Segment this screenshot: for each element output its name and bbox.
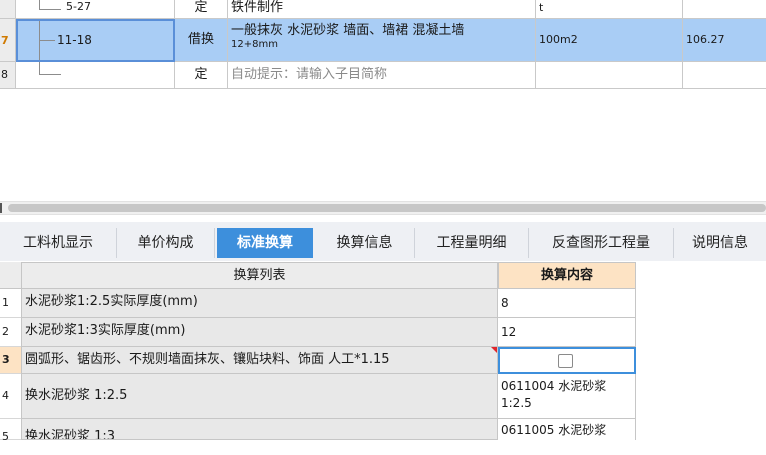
name-subtext: 12+8mm xyxy=(231,39,278,50)
conversion-row[interactable]: 5 换水泥砂浆 1:3 0611005 水泥砂浆 xyxy=(0,419,636,443)
code-text: 5-27 xyxy=(66,0,91,13)
name-text: 一般抹灰 水泥砂浆 墙面、墙裙 混凝土墙 xyxy=(231,23,465,38)
code-cell[interactable]: 11-18 xyxy=(16,19,175,62)
conversion-value[interactable]: 8 xyxy=(498,289,636,318)
conversion-name: 水泥砂浆1:2.5实际厚度(mm) xyxy=(21,289,498,318)
tab-material-machine[interactable]: 工料机显示 xyxy=(0,228,117,258)
conversion-name: 换水泥砂浆 1:2.5 xyxy=(21,374,498,419)
name-cell[interactable]: 铁件制作 xyxy=(228,0,536,19)
row-number: 1 xyxy=(0,289,21,318)
conversion-row[interactable]: 2 水泥砂浆1:3实际厚度(mm) 12 xyxy=(0,318,636,347)
row-number: 2 xyxy=(0,318,21,347)
type-cell[interactable]: 定 xyxy=(175,0,228,19)
row-number: 4 xyxy=(0,374,21,419)
row-number: 7 xyxy=(0,19,16,62)
unit-cell[interactable] xyxy=(536,62,683,89)
conversion-checkbox[interactable] xyxy=(558,354,573,368)
tab-standard-conversion[interactable]: 标准换算 xyxy=(217,228,313,258)
conversion-row[interactable]: 1 水泥砂浆1:2.5实际厚度(mm) 8 xyxy=(0,289,636,318)
scrollbar-thumb[interactable] xyxy=(8,204,766,212)
tab-description[interactable]: 说明信息 xyxy=(674,228,766,258)
name-cell[interactable]: 一般抹灰 水泥砂浆 墙面、墙裙 混凝土墙 12+8mm xyxy=(228,19,536,62)
row-number: 5 xyxy=(0,419,21,443)
scroll-arrow-icon[interactable] xyxy=(0,203,2,213)
qty-cell[interactable] xyxy=(683,0,766,19)
code-cell[interactable] xyxy=(16,62,175,89)
tab-unit-price[interactable]: 单价构成 xyxy=(117,228,215,258)
header-corner xyxy=(0,262,21,289)
conversion-name: 换水泥砂浆 1:3 xyxy=(21,419,498,440)
grid-row[interactable]: 5-27 定 铁件制作 t xyxy=(0,0,766,19)
conversion-name: 圆弧形、锯齿形、不规则墙面抹灰、镶贴块料、饰面 人工*1.15 xyxy=(21,347,498,374)
type-cell[interactable]: 定 xyxy=(175,62,228,89)
unit-cell[interactable]: 100m2 xyxy=(536,19,683,62)
conversion-value-cell[interactable] xyxy=(498,347,636,374)
grid-row-selected[interactable]: 7 11-18 借换 一般抹灰 水泥砂浆 墙面、墙裙 混凝土墙 12+8mm 1… xyxy=(0,19,766,62)
conversion-name-text: 圆弧形、锯齿形、不规则墙面抹灰、镶贴块料、饰面 人工*1.15 xyxy=(25,352,390,367)
conversion-row[interactable]: 4 换水泥砂浆 1:2.5 0611004 水泥砂浆 1:2.5 xyxy=(0,374,636,419)
row-number: 8 xyxy=(0,62,16,89)
conversion-value[interactable]: 12 xyxy=(498,318,636,347)
grid-row[interactable]: 8 定 自动提示：请输入子目简称 xyxy=(0,62,766,89)
header-conversion-content: 换算内容 xyxy=(498,262,636,289)
tab-reverse-graphic[interactable]: 反查图形工程量 xyxy=(529,228,674,258)
type-cell[interactable]: 借换 xyxy=(175,19,228,62)
comment-indicator-icon xyxy=(491,347,497,353)
conversion-name: 水泥砂浆1:3实际厚度(mm) xyxy=(21,318,498,347)
conversion-row-selected[interactable]: 3 圆弧形、锯齿形、不规则墙面抹灰、镶贴块料、饰面 人工*1.15 xyxy=(0,347,636,374)
tab-strip: 工料机显示 单价构成 标准换算 换算信息 工程量明细 反查图形工程量 说明信息 xyxy=(0,222,766,261)
conversion-value[interactable]: 0611005 水泥砂浆 xyxy=(498,419,636,440)
code-cell[interactable]: 5-27 xyxy=(16,0,175,19)
name-cell[interactable]: 自动提示：请输入子目简称 xyxy=(228,62,536,89)
unit-cell[interactable]: t xyxy=(536,0,683,19)
qty-cell[interactable]: 106.27 xyxy=(683,19,766,62)
code-text: 11-18 xyxy=(57,33,92,47)
tab-quantity-detail[interactable]: 工程量明细 xyxy=(415,228,529,258)
tab-conversion-info[interactable]: 换算信息 xyxy=(315,228,415,258)
row-number xyxy=(0,0,16,19)
row-number: 3 xyxy=(0,347,21,374)
header-conversion-list: 换算列表 xyxy=(21,262,498,289)
conversion-value[interactable]: 0611004 水泥砂浆 1:2.5 xyxy=(498,374,636,419)
qty-cell[interactable] xyxy=(683,62,766,89)
